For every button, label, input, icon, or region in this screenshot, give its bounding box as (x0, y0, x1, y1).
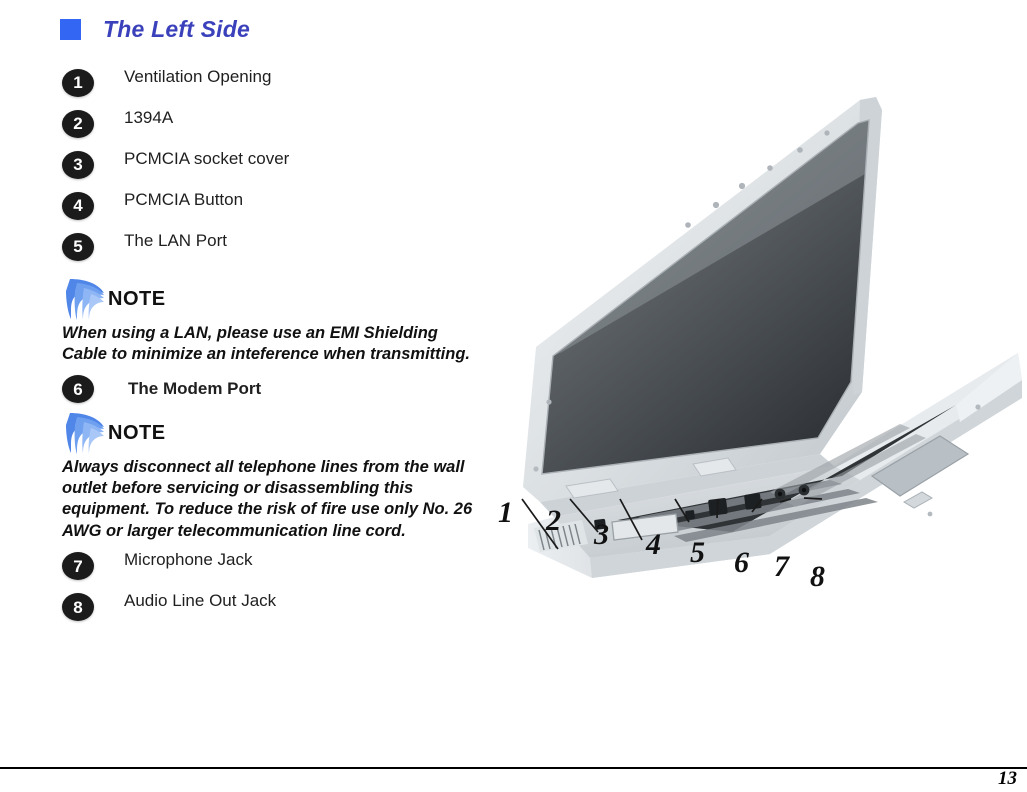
left-content-column: 1 Ventilation Opening 2 1394A 3 PCMCIA s… (62, 62, 492, 628)
callout-label-1: Ventilation Opening (124, 66, 272, 86)
figure-callout-7: 7 (774, 550, 790, 583)
callout-item-3: 3 PCMCIA socket cover (62, 144, 492, 185)
callout-number-badge-1: 1 (62, 68, 94, 97)
callout-item-6: 6 The Modem Port (62, 371, 492, 407)
figure-callout-3: 3 (593, 518, 609, 551)
note-header: NOTE (62, 411, 492, 455)
note-body-text: Always disconnect all telephone lines fr… (62, 458, 473, 540)
figure-callout-6: 6 (734, 546, 749, 579)
callout-item-4: 4 PCMCIA Button (62, 185, 492, 226)
callout-number-badge-3: 3 (62, 150, 94, 179)
callout-item-1: 1 Ventilation Opening (62, 62, 492, 103)
note-swoosh-icon (64, 277, 110, 321)
callout-item-8: 8 Audio Line Out Jack (62, 587, 492, 628)
callout-label-5: The LAN Port (124, 230, 227, 250)
figure-callout-4: 4 (645, 528, 661, 561)
callout-number-badge-4: 4 (62, 191, 94, 220)
callout-number-badge-5: 5 (62, 232, 94, 261)
callout-label-6: The Modem Port (128, 379, 262, 399)
callout-label-8: Audio Line Out Jack (124, 591, 277, 611)
figure-callout-2: 2 (545, 504, 561, 537)
callout-number-badge-2: 2 (62, 109, 94, 138)
callout-label-3: PCMCIA socket cover (124, 148, 290, 168)
page-number: 13 (998, 768, 1017, 789)
heading-bullet-square (60, 19, 81, 40)
figure-callout-1: 1 (498, 496, 513, 529)
note-title: NOTE (108, 287, 166, 310)
footer-divider (0, 767, 1027, 769)
page-title: The Left Side (103, 16, 251, 42)
laptop-photo-figure: 1 2 3 4 5 6 7 8 (470, 62, 1022, 602)
callout-label-7: Microphone Jack (124, 550, 253, 570)
figure-callout-8: 8 (810, 560, 825, 593)
callout-label-2: 1394A (124, 107, 174, 127)
note-block-lan: NOTE When using a LAN, please use an EMI… (62, 277, 492, 365)
note-swoosh-icon (64, 411, 110, 455)
figure-callout-5: 5 (690, 536, 705, 569)
callout-number-badge-7: 7 (62, 552, 94, 581)
page-heading: The Left Side (60, 16, 250, 43)
note-header: NOTE (62, 277, 492, 321)
note-block-modem: NOTE Always disconnect all telephone lin… (62, 411, 492, 541)
callout-number-badge-8: 8 (62, 593, 94, 622)
note-body-text: When using a LAN, please use an EMI Shie… (62, 324, 470, 364)
note-title: NOTE (108, 421, 166, 444)
callout-item-5: 5 The LAN Port (62, 226, 492, 267)
callout-label-4: PCMCIA Button (124, 189, 244, 209)
callout-item-2: 2 1394A (62, 103, 492, 144)
callout-number-badge-6: 6 (62, 375, 94, 404)
laptop-lid (523, 97, 882, 502)
callout-item-7: 7 Microphone Jack (62, 546, 492, 587)
